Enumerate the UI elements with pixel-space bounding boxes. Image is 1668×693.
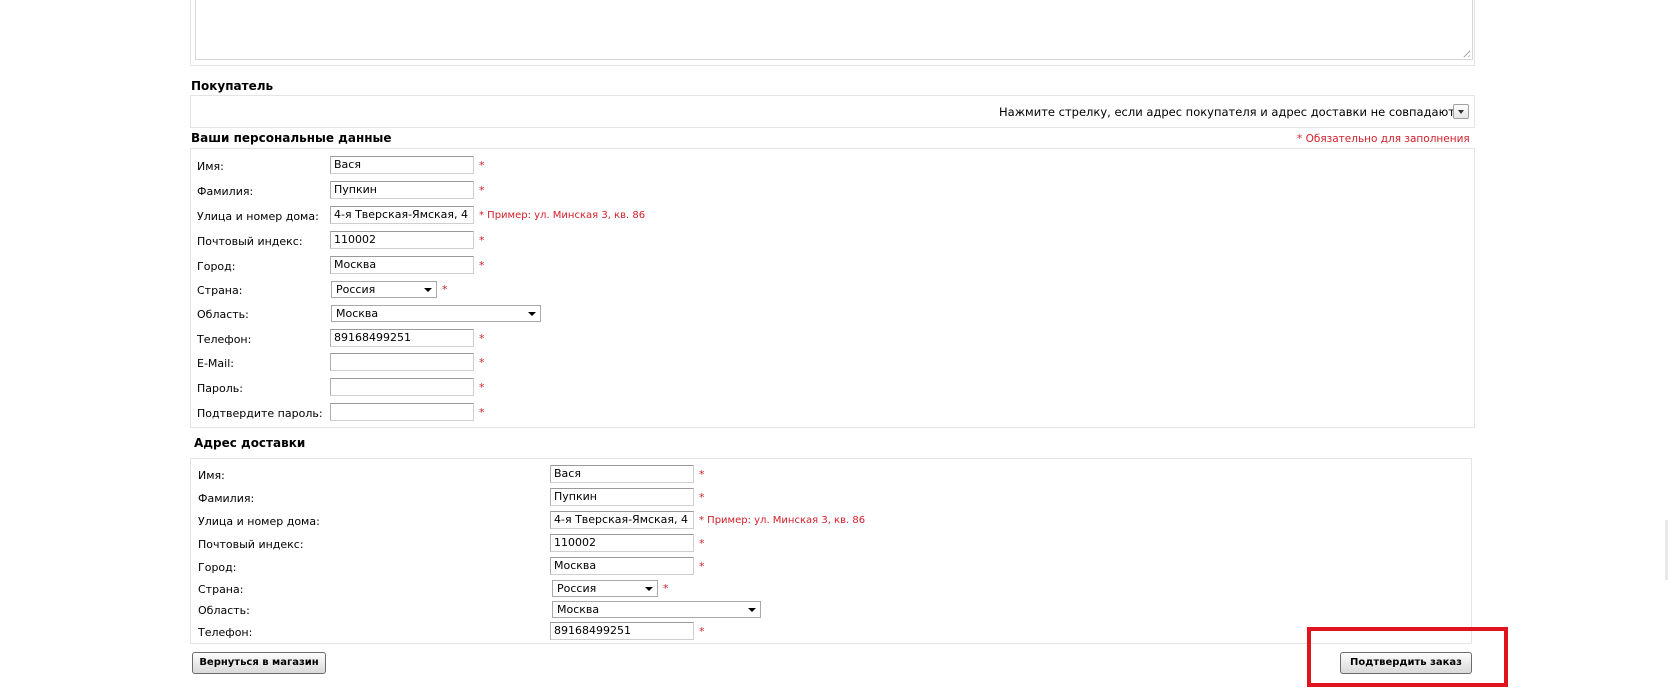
delivery-label-zip: Почтовый индекс: [198,538,304,551]
delivery-label-street: Улица и номер дома: [198,515,320,528]
delivery-street-hint: * Пример: ул. Минская 3, кв. 86 [699,515,866,526]
delivery-label-city: Город: [198,561,237,574]
required-mark: * [479,381,485,394]
delivery-country-select[interactable]: Россия [552,580,658,597]
label-region: Область: [197,308,249,321]
label-password-confirm: Подтвердите пароль: [197,407,323,420]
buyer-title: Покупатель [191,79,274,93]
label-street: Улица и номер дома: [197,210,319,223]
delivery-country-select-value: Россия [557,582,597,595]
label-city: Город: [197,260,236,273]
required-mark: * [663,582,669,595]
delivery-toggle-prompt: Нажмите стрелку, если адрес покупателя и… [999,105,1459,119]
label-last-name: Фамилия: [197,185,254,198]
label-phone: Телефон: [197,333,252,346]
chevron-down-icon [528,312,536,316]
chevron-down-icon [1458,110,1464,114]
delivery-city-input[interactable]: Москва [550,557,694,575]
required-mark: * [699,625,705,638]
password-confirm-input[interactable] [330,403,474,421]
required-mark: * [479,184,485,197]
chevron-down-icon [645,587,653,591]
delivery-first-name-input[interactable]: Вася [550,465,694,483]
label-password: Пароль: [197,382,243,395]
delivery-last-name-input[interactable]: Пупкин [550,488,694,506]
delivery-label-first-name: Имя: [198,469,225,482]
delivery-toggle-button[interactable] [1453,104,1469,119]
city-input[interactable]: Москва [330,256,474,274]
password-input[interactable] [330,378,474,396]
comment-textarea[interactable] [195,0,1473,60]
street-hint: * Пример: ул. Минская 3, кв. 86 [479,210,646,221]
delivery-label-last-name: Фамилия: [198,492,255,505]
confirm-order-button[interactable]: Подтвердить заказ [1340,652,1472,674]
label-zip: Почтовый индекс: [197,235,303,248]
first-name-input[interactable]: Вася [330,156,474,174]
required-mark: * [479,234,485,247]
delivery-region-select[interactable]: Москва [552,601,761,618]
required-mark: * [699,537,705,550]
region-select-value: Москва [336,307,379,320]
delivery-street-input[interactable]: 4-я Тверская-Ямская, 4 [550,511,694,529]
required-mark: * [442,283,448,296]
delivery-region-select-value: Москва [557,603,600,616]
delivery-zip-input[interactable]: 110002 [550,534,694,552]
required-mark: * [699,468,705,481]
street-input[interactable]: 4-я Тверская-Ямская, 4 [330,206,474,224]
region-select[interactable]: Москва [331,305,541,322]
chevron-down-icon [748,608,756,612]
required-mark: * [479,259,485,272]
required-mark: * [479,406,485,419]
email-input[interactable] [330,353,474,371]
label-first-name: Имя: [197,160,224,173]
required-mark: * [479,332,485,345]
label-email: E-Mail: [197,357,234,370]
personal-title: Ваши персональные данные [191,131,392,145]
delivery-title: Адрес доставки [194,436,306,450]
delivery-panel [190,458,1472,644]
last-name-input[interactable]: Пупкин [330,181,474,199]
phone-input[interactable]: 89168499251 [330,329,474,347]
country-select-value: Россия [336,283,376,296]
delivery-label-phone: Телефон: [198,626,253,639]
zip-input[interactable]: 110002 [330,231,474,249]
chevron-down-icon [424,288,432,292]
delivery-label-country: Страна: [198,583,244,596]
required-mark: * [699,560,705,573]
required-mark: * [699,491,705,504]
delivery-label-region: Область: [198,604,250,617]
delivery-phone-input[interactable]: 89168499251 [550,622,694,640]
required-mark: * [479,356,485,369]
resize-grip-icon[interactable] [1461,48,1470,57]
required-note: * Обязательно для заполнения [1297,133,1470,145]
required-mark: * [479,159,485,172]
label-country: Страна: [197,284,243,297]
back-to-shop-button[interactable]: Вернуться в магазин [192,652,326,674]
country-select[interactable]: Россия [331,281,437,298]
